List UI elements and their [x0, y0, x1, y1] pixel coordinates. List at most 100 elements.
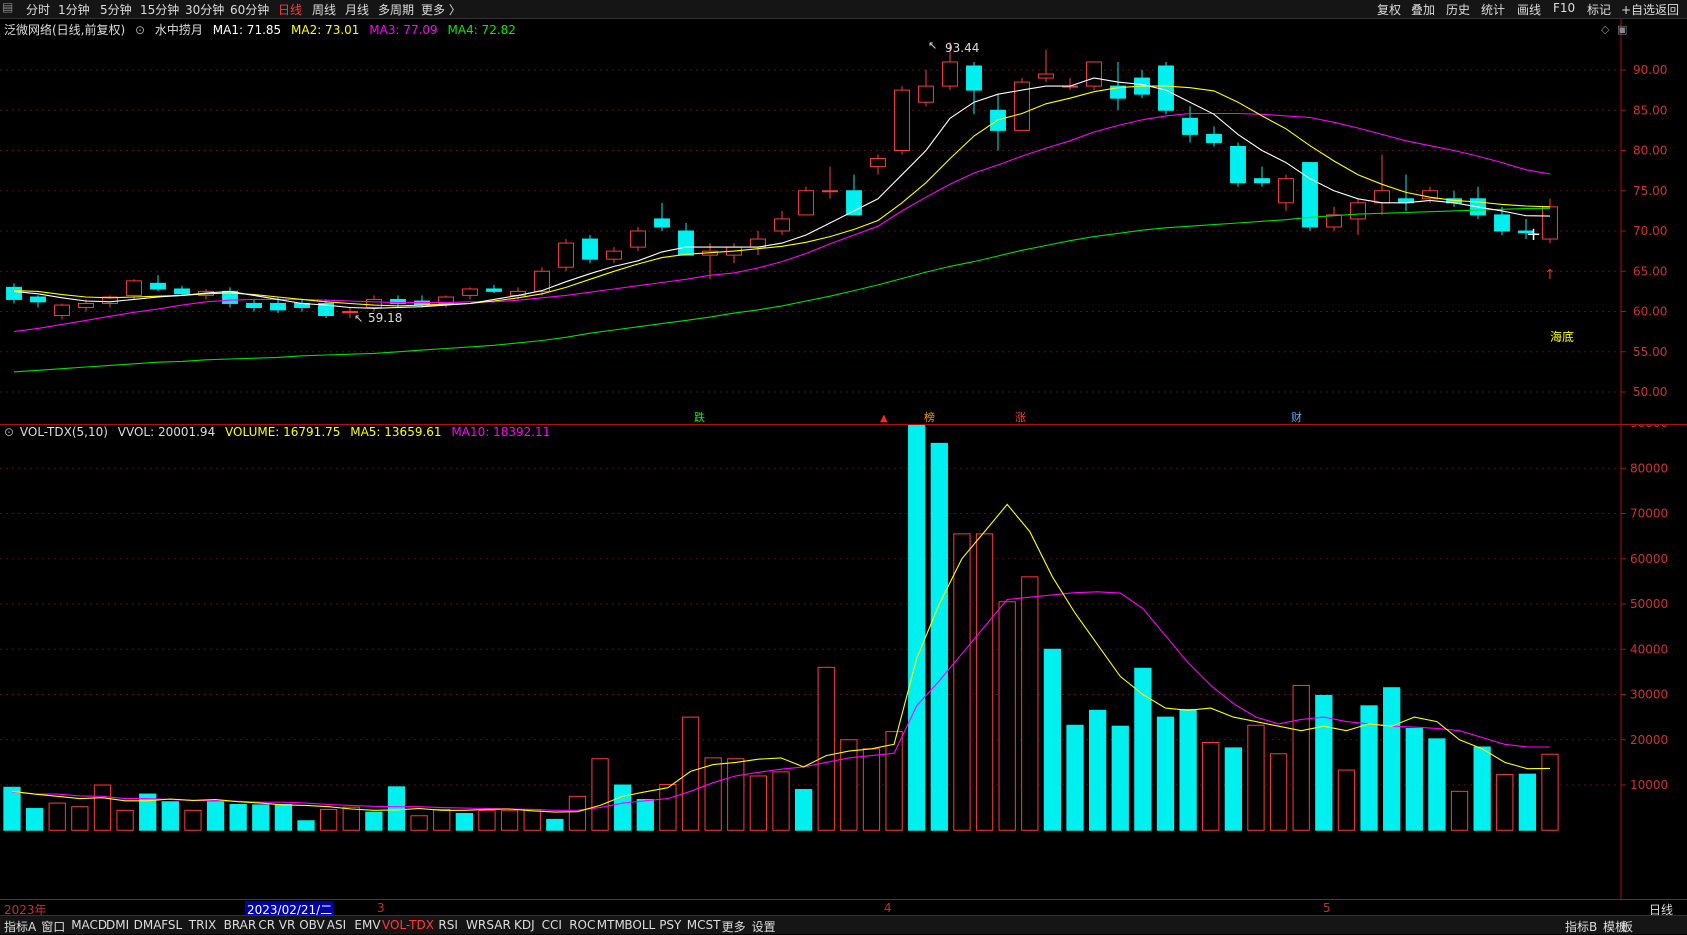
candle [1254, 178, 1270, 184]
indicator-tab-9[interactable]: VR [279, 918, 296, 932]
indicator-tab-1[interactable]: 窗口 [41, 918, 65, 935]
indicator-tab-8[interactable]: CR [258, 918, 275, 932]
volume-bar [794, 789, 813, 831]
marker-zhang[interactable]: 涨 [1015, 411, 1026, 424]
indicator-tab-4[interactable]: DMA [134, 918, 162, 932]
indicator-tab-2[interactable]: MACD [71, 918, 107, 932]
volume-bar [1473, 746, 1491, 831]
indicator-tab-14[interactable]: RSI [438, 918, 458, 932]
indicator-tab-20[interactable]: MTM [597, 918, 625, 932]
candle [6, 286, 22, 300]
candle [1278, 178, 1294, 204]
timeframe-tab-10[interactable]: 更多 〉 [421, 1, 461, 18]
timeframe-tab-7[interactable]: 周线 [312, 1, 336, 18]
candle [774, 218, 790, 232]
toolbar-button-7[interactable]: +自选 [1621, 1, 1655, 18]
volume-bar [433, 808, 451, 831]
window-icon[interactable]: ▣ [1617, 23, 1627, 36]
menu-icon[interactable]: ▤ [2, 0, 13, 14]
volume-bar [3, 786, 21, 831]
candle [78, 302, 94, 308]
toolbar-button-2[interactable]: 历史 [1446, 1, 1470, 18]
indicator-tab-12[interactable]: EMV [354, 918, 380, 932]
timeframe-tab-8[interactable]: 月线 [345, 1, 369, 18]
indicator-tab-10[interactable]: OBV [299, 918, 325, 932]
volume-chart[interactable]: 10000 20000 30000 40000 50000 60000 70000 80000… [0, 425, 1687, 899]
indicator-tab-17[interactable]: KDJ [514, 918, 535, 932]
volume-bar [1428, 738, 1446, 831]
price-chart[interactable]: 50.00 55.00 60.00 65.00 70.00 75.00 80.00 85.00… [0, 19, 1687, 424]
up-arrow-icon: ↑ [1544, 267, 1556, 283]
toolbar-button-5[interactable]: F10 [1553, 1, 1575, 15]
volume-bar [184, 809, 202, 831]
bottom-right-button-2[interactable]: 板 [1621, 918, 1633, 935]
bottom-right-button-0[interactable]: 指标B [1565, 918, 1597, 935]
indicator-tab-22[interactable]: PSY [659, 918, 681, 932]
indicator-tab-5[interactable]: FSL [161, 918, 182, 932]
marker-die[interactable]: 跌 [694, 410, 705, 424]
volume-tick-label: 60000 [1630, 552, 1668, 566]
diamond-icon[interactable]: ◇ [1601, 23, 1610, 36]
candle [246, 302, 262, 308]
volume-bar [591, 758, 609, 831]
marker-cai[interactable]: 财 [1291, 410, 1302, 424]
indicator-tab-23[interactable]: MCST [687, 918, 721, 932]
indicator-tab-15[interactable]: WR [466, 918, 486, 932]
indicator-tab-0[interactable]: 指标A [4, 918, 36, 935]
price-tick-label: 65.00 [1633, 264, 1667, 278]
toolbar-button-6[interactable]: 标记 [1587, 1, 1611, 18]
toolbar-button-1[interactable]: 叠加 [1411, 1, 1435, 18]
indicator-tab-7[interactable]: BRAR [224, 918, 257, 932]
volume-bar [1337, 769, 1356, 831]
volume-bar [1089, 709, 1107, 831]
timeframe-tab-3[interactable]: 15分钟 [140, 1, 179, 18]
indicator-tab-24[interactable]: 更多 [722, 918, 746, 935]
volume-bar [681, 716, 700, 831]
candle [942, 61, 958, 87]
timeframe-tab-4[interactable]: 30分钟 [185, 1, 224, 18]
timeframe-tab-1[interactable]: 1分钟 [58, 1, 90, 18]
svg-text:↖: ↖ [354, 312, 363, 325]
svg-text:↖: ↖ [928, 39, 937, 52]
volume-bar [614, 784, 632, 831]
indicator-tab-18[interactable]: CCI [542, 918, 562, 932]
volume-tick-label: 90000 [1630, 425, 1668, 430]
price-tick-label: 90.00 [1633, 63, 1667, 77]
candle [1206, 133, 1222, 143]
volume-bar [568, 795, 587, 831]
indicator-tab-6[interactable]: TRIX [189, 918, 216, 932]
timeframe-tab-6[interactable]: 日线 [278, 1, 302, 18]
indicator-tab-21[interactable]: BOLL [624, 918, 655, 932]
indicator-tab-3[interactable]: DMI [106, 918, 129, 932]
volume-tick-label: 80000 [1630, 461, 1668, 475]
candle [150, 282, 166, 290]
toolbar-button-3[interactable]: 统计 [1481, 1, 1505, 18]
volume-bar [206, 801, 225, 831]
timeframe-tab-2[interactable]: 5分钟 [100, 1, 132, 18]
indicator-tab-11[interactable]: ASI [327, 918, 346, 932]
volume-bar [998, 601, 1016, 831]
candle [54, 304, 70, 317]
volume-bar [1518, 773, 1537, 831]
timeframe-tab-5[interactable]: 60分钟 [230, 1, 269, 18]
volume-bar [274, 803, 293, 831]
price-tick-label: 55.00 [1633, 345, 1667, 359]
indicator-tab-19[interactable]: ROC [569, 918, 595, 932]
toolbar-button-4[interactable]: 画线 [1517, 1, 1541, 18]
volume-bar [161, 801, 179, 831]
marker-bang[interactable]: 榜 [924, 410, 935, 424]
crosshair-icon: + [1526, 224, 1541, 245]
toolbar-button-8[interactable]: 返回 [1655, 1, 1679, 18]
marker-arrow-icon: ▲ [880, 413, 888, 424]
volume-bar [1496, 774, 1514, 831]
toolbar-button-0[interactable]: 复权 [1377, 1, 1401, 18]
indicator-tab-16[interactable]: SAR [486, 918, 510, 932]
indicator-tab-25[interactable]: 设置 [752, 918, 776, 935]
volume-bar [1156, 716, 1175, 831]
indicator-tab-13[interactable]: VOL-TDX [382, 918, 434, 932]
volume-bar [908, 425, 926, 831]
timeframe-tab-9[interactable]: 多周期 [378, 1, 414, 18]
volume-bar [1021, 576, 1039, 831]
candle [966, 65, 982, 91]
timeframe-tab-0[interactable]: 分时 [26, 1, 50, 18]
